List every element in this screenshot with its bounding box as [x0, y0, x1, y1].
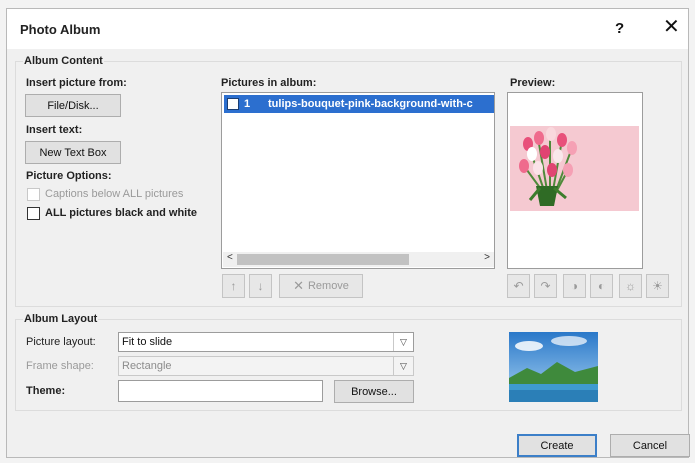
- brightness-up-icon: ☼: [625, 279, 636, 293]
- picture-layout-select[interactable]: Fit to slide ▽: [118, 332, 414, 352]
- album-content-heading: Album Content: [23, 55, 104, 67]
- horizontal-scrollbar[interactable]: < >: [223, 252, 494, 267]
- black-white-checkbox[interactable]: [27, 207, 40, 220]
- theme-label: Theme:: [26, 385, 66, 397]
- scroll-right-arrow[interactable]: >: [484, 252, 490, 263]
- up-arrow-icon: ↑: [230, 279, 237, 293]
- new-text-box-button[interactable]: New Text Box: [25, 141, 121, 164]
- picture-index: 1: [244, 98, 251, 110]
- help-button[interactable]: ?: [615, 20, 624, 37]
- down-arrow-icon: ↓: [257, 279, 264, 293]
- preview-box: [507, 92, 643, 269]
- remove-label: Remove: [307, 280, 349, 292]
- chevron-down-icon[interactable]: ▽: [393, 357, 413, 375]
- picture-checkbox[interactable]: [227, 98, 239, 110]
- tulips-image: [510, 126, 639, 211]
- title-bar: Photo Album ? ✕: [7, 9, 688, 49]
- photo-album-dialog: Photo Album ? ✕ Album Content Insert pic…: [6, 8, 690, 458]
- preview-image: [510, 126, 639, 211]
- scroll-left-arrow[interactable]: <: [227, 252, 233, 263]
- scroll-thumb[interactable]: [237, 254, 409, 265]
- picture-options-label: Picture Options:: [26, 170, 112, 182]
- frame-shape-select[interactable]: Rectangle ▽: [118, 356, 414, 376]
- frame-shape-value: Rectangle: [122, 360, 172, 372]
- chevron-down-icon[interactable]: ▽: [393, 333, 413, 351]
- increase-contrast-button[interactable]: ◑: [563, 274, 586, 298]
- picture-layout-value: Fit to slide: [122, 336, 173, 348]
- captions-option-label: Captions below ALL pictures: [45, 188, 184, 200]
- decrease-brightness-button[interactable]: ☀: [646, 274, 669, 298]
- landscape-image: [509, 332, 598, 402]
- create-button[interactable]: Create: [517, 434, 597, 457]
- rotate-right-icon: ↷: [540, 279, 551, 293]
- insert-text-label: Insert text:: [26, 124, 83, 136]
- decrease-contrast-button[interactable]: ◐: [590, 274, 613, 298]
- captions-checkbox[interactable]: [27, 188, 40, 201]
- pictures-listbox[interactable]: 1 tulips-bouquet-pink-background-with-c …: [221, 92, 495, 269]
- remove-icon: ✕: [293, 278, 304, 293]
- layout-preview-thumbnail: [509, 332, 598, 402]
- cancel-button[interactable]: Cancel: [610, 434, 690, 457]
- insert-picture-label: Insert picture from:: [26, 77, 127, 89]
- theme-input[interactable]: [118, 380, 323, 402]
- move-up-button[interactable]: ↑: [222, 274, 245, 298]
- album-layout-heading: Album Layout: [23, 313, 99, 325]
- dialog-title: Photo Album: [20, 22, 101, 37]
- remove-button[interactable]: ✕ Remove: [279, 274, 363, 298]
- increase-brightness-button[interactable]: ☼: [619, 274, 642, 298]
- black-white-option-label: ALL pictures black and white: [45, 207, 197, 219]
- pictures-in-album-label: Pictures in album:: [221, 77, 317, 89]
- picture-name: tulips-bouquet-pink-background-with-c: [268, 98, 473, 110]
- contrast-up-icon: ◑: [570, 279, 579, 293]
- brightness-down-icon: ☀: [652, 279, 663, 293]
- rotate-left-button[interactable]: ↶: [507, 274, 530, 298]
- preview-label: Preview:: [510, 77, 556, 89]
- picture-layout-label: Picture layout:: [26, 336, 96, 348]
- contrast-down-icon: ◐: [597, 279, 606, 293]
- file-disk-button[interactable]: File/Disk...: [25, 94, 121, 117]
- list-item[interactable]: 1 tulips-bouquet-pink-background-with-c: [224, 95, 494, 113]
- browse-button[interactable]: Browse...: [334, 380, 414, 403]
- rotate-right-button[interactable]: ↷: [534, 274, 557, 298]
- rotate-left-icon: ↶: [513, 279, 524, 293]
- move-down-button[interactable]: ↓: [249, 274, 272, 298]
- close-button[interactable]: ✕: [663, 17, 680, 37]
- frame-shape-label: Frame shape:: [26, 360, 94, 372]
